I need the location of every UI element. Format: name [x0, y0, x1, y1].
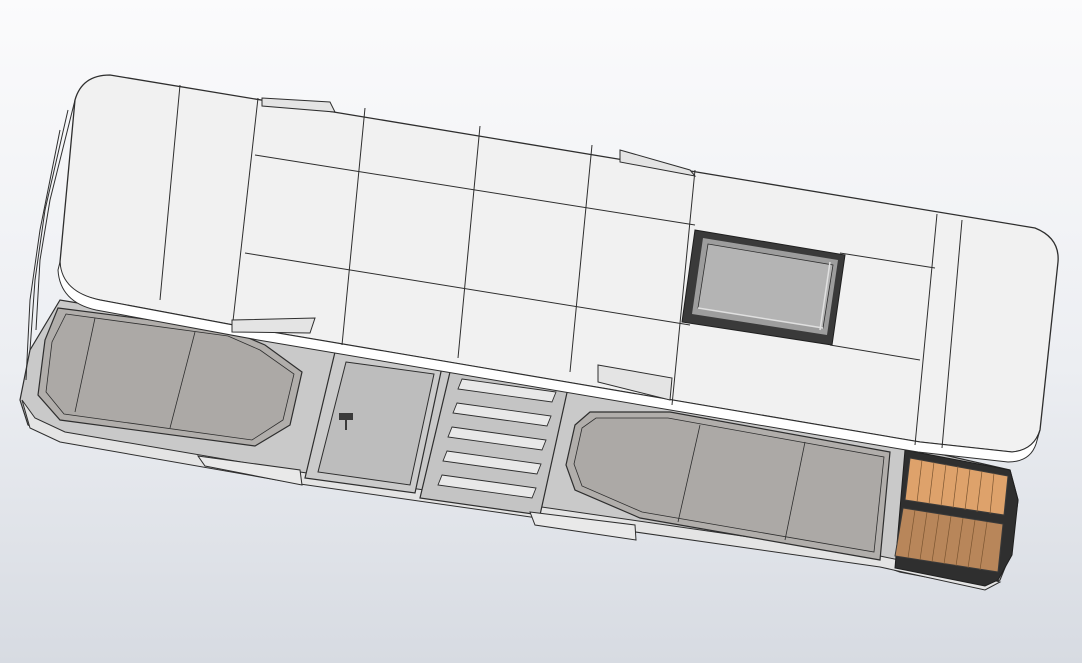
cad-3d-viewport[interactable] [0, 0, 1082, 663]
houseboat-model[interactable] [0, 0, 1082, 663]
door-handle-icon [339, 413, 353, 420]
wooden-stern [894, 449, 1019, 587]
